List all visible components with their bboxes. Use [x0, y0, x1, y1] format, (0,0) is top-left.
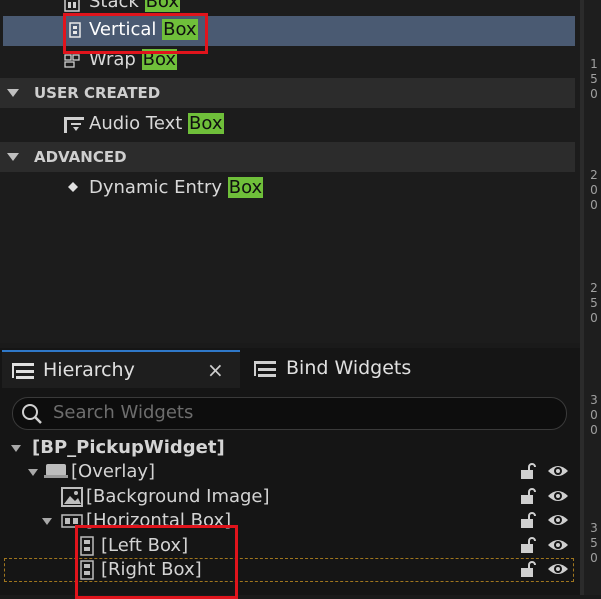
- tab-hierarchy[interactable]: Hierarchy ×: [2, 350, 240, 388]
- diamond-icon: [68, 182, 78, 192]
- palette-item-label: Audio Text Box: [89, 113, 224, 134]
- ruler-mark: 200: [590, 168, 598, 212]
- close-icon[interactable]: ×: [207, 358, 224, 382]
- collapse-arrow-icon: [7, 153, 19, 161]
- tree-label: [Background Image]: [86, 486, 270, 507]
- category-user-created[interactable]: USER CREATED: [0, 78, 575, 108]
- tab-bind-widgets[interactable]: Bind Widgets: [244, 350, 544, 386]
- lock-icon[interactable]: [519, 462, 537, 480]
- palette-item-dynamic-entry-box[interactable]: Dynamic Entry Box: [0, 174, 575, 204]
- eye-icon[interactable]: [547, 537, 569, 553]
- search-icon: [22, 404, 42, 424]
- tree-label: [Overlay]: [71, 461, 156, 482]
- eye-icon[interactable]: [547, 512, 569, 528]
- annotation-highlight-box: [75, 525, 238, 599]
- lock-icon[interactable]: [519, 536, 537, 554]
- overlay-icon: [44, 464, 68, 478]
- eye-icon[interactable]: [547, 488, 569, 504]
- tab-label: Bind Widgets: [286, 357, 412, 379]
- wrap-box-icon: [64, 54, 80, 68]
- lock-icon[interactable]: [519, 560, 537, 578]
- image-icon: [61, 487, 83, 507]
- tab-label: Hierarchy: [43, 359, 135, 381]
- palette-item-label: Dynamic Entry Box: [89, 177, 264, 198]
- ruler-mark: 250: [590, 281, 598, 325]
- palette-item-label: Stack Box: [89, 0, 181, 12]
- expand-arrow-icon: [11, 445, 21, 452]
- hierarchy-icon: [254, 361, 276, 377]
- scrollbar-track[interactable]: [580, 0, 584, 595]
- search-input[interactable]: Search Widgets: [12, 397, 567, 430]
- ruler-mark: 300: [590, 393, 598, 437]
- palette-item-audio-text-box[interactable]: Audio Text Box: [0, 110, 575, 140]
- category-advanced[interactable]: ADVANCED: [0, 142, 575, 172]
- tree-row-bp-pickupwidget[interactable]: [BP_PickupWidget]: [4, 436, 574, 460]
- tree-label: [BP_PickupWidget]: [32, 437, 225, 458]
- ruler-mark: 150: [590, 57, 598, 101]
- tree-row-overlay[interactable]: [Overlay]: [4, 460, 574, 484]
- ruler-mark: 350: [590, 521, 598, 565]
- eye-icon[interactable]: [547, 463, 569, 479]
- hierarchy-icon: [12, 363, 34, 379]
- expand-arrow-icon: [28, 469, 38, 476]
- expand-arrow-icon: [42, 518, 52, 525]
- eye-icon[interactable]: [547, 561, 569, 577]
- lock-icon[interactable]: [519, 511, 537, 529]
- lock-icon[interactable]: [519, 487, 537, 505]
- category-label: USER CREATED: [34, 84, 161, 102]
- category-label: ADVANCED: [34, 148, 127, 166]
- search-placeholder: Search Widgets: [53, 402, 194, 423]
- collapse-arrow-icon: [7, 89, 19, 97]
- stack-box-icon: [64, 0, 80, 12]
- audio-text-box-icon: [64, 117, 84, 133]
- tree-row-background-image[interactable]: [Background Image]: [4, 485, 574, 509]
- annotation-highlight-box: [63, 13, 208, 54]
